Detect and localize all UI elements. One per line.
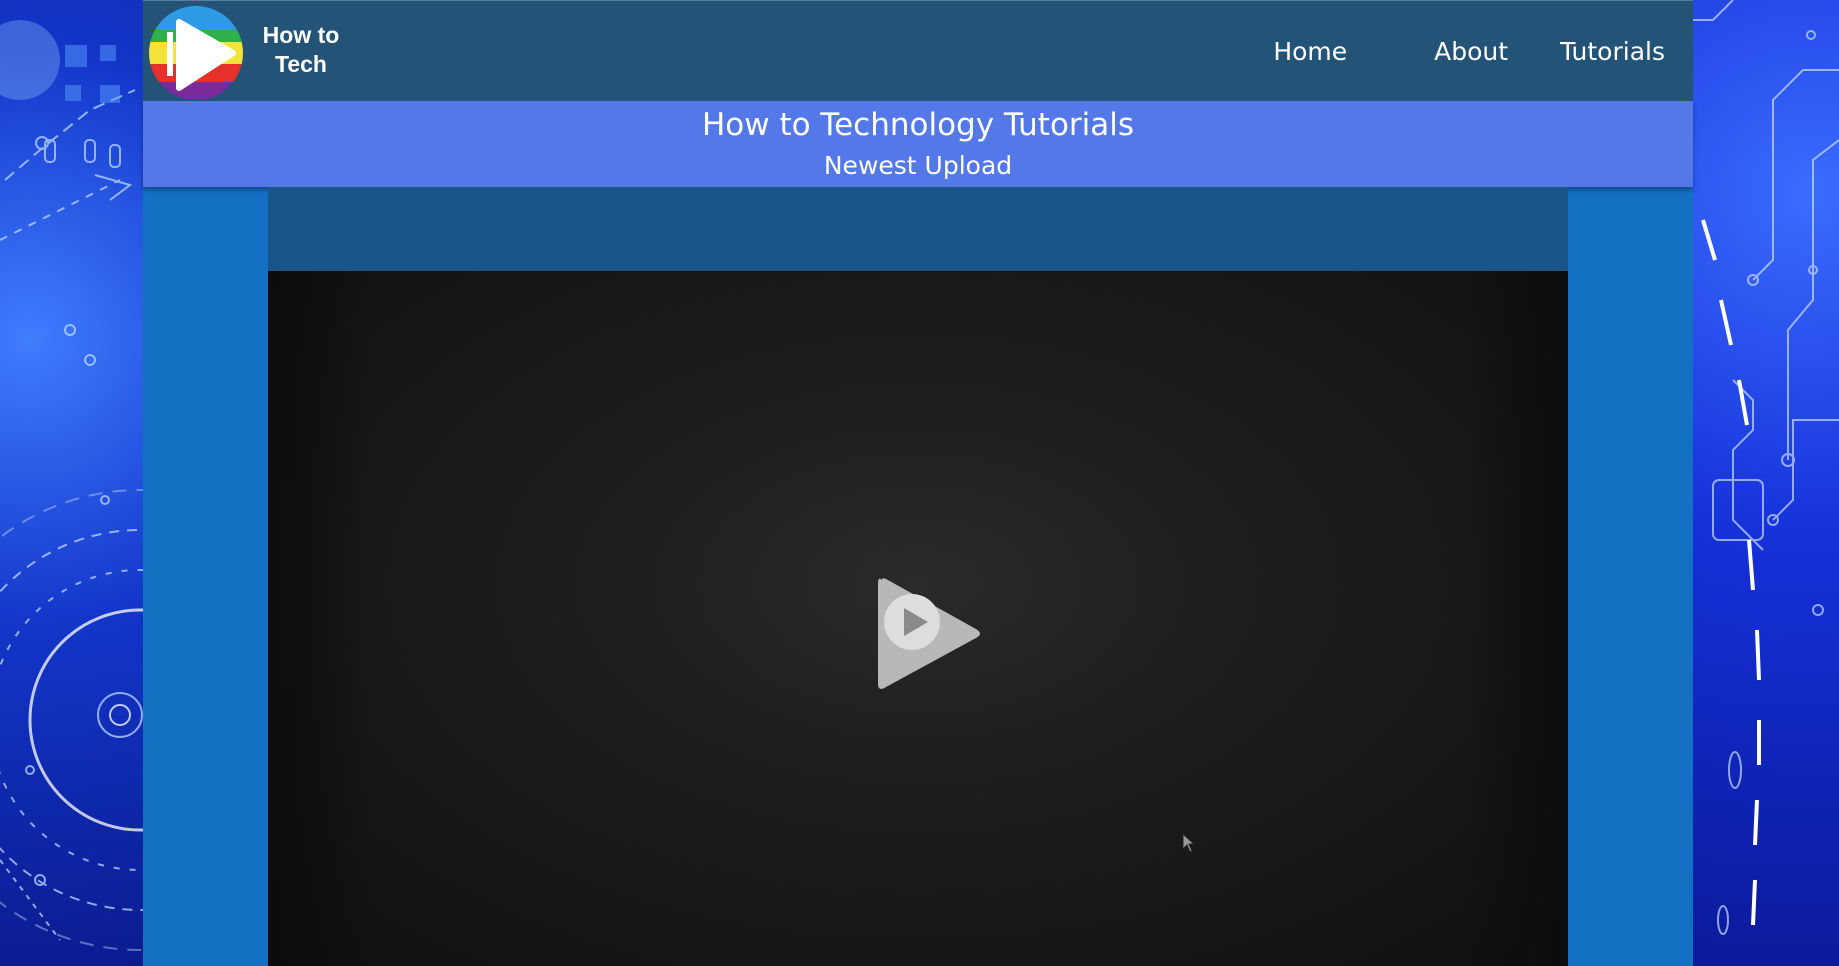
brand-name-line2: Tech xyxy=(275,51,327,77)
nav-menu: Home About Tutorials xyxy=(1212,1,1693,102)
page-container: How to Tech Home About Tutorials How to … xyxy=(143,0,1693,966)
circuit-background-right xyxy=(1693,0,1839,966)
brand-name-line1: How to xyxy=(262,22,340,48)
section-subtitle: Newest Upload xyxy=(823,151,1013,180)
brand-name[interactable]: How to Tech xyxy=(251,21,351,79)
nav-item-tutorials[interactable]: Tutorials xyxy=(1534,37,1693,66)
nav-item-home[interactable]: Home xyxy=(1247,37,1373,66)
video-player[interactable] xyxy=(268,271,1568,966)
video-section xyxy=(268,187,1568,966)
video-vignette-right xyxy=(1468,271,1568,966)
video-vignette-left xyxy=(268,271,368,966)
play-icon[interactable] xyxy=(868,570,988,698)
mouse-cursor-icon xyxy=(1182,833,1196,853)
page-title: How to Technology Tutorials xyxy=(701,107,1135,143)
play-logo-icon[interactable] xyxy=(149,6,243,100)
top-navbar: How to Tech Home About Tutorials xyxy=(143,0,1693,102)
video-header-bar xyxy=(268,187,1568,271)
nav-item-about[interactable]: About xyxy=(1408,37,1534,66)
circuit-background-left xyxy=(0,0,143,966)
hero-banner: How to Technology Tutorials Newest Uploa… xyxy=(143,101,1693,187)
